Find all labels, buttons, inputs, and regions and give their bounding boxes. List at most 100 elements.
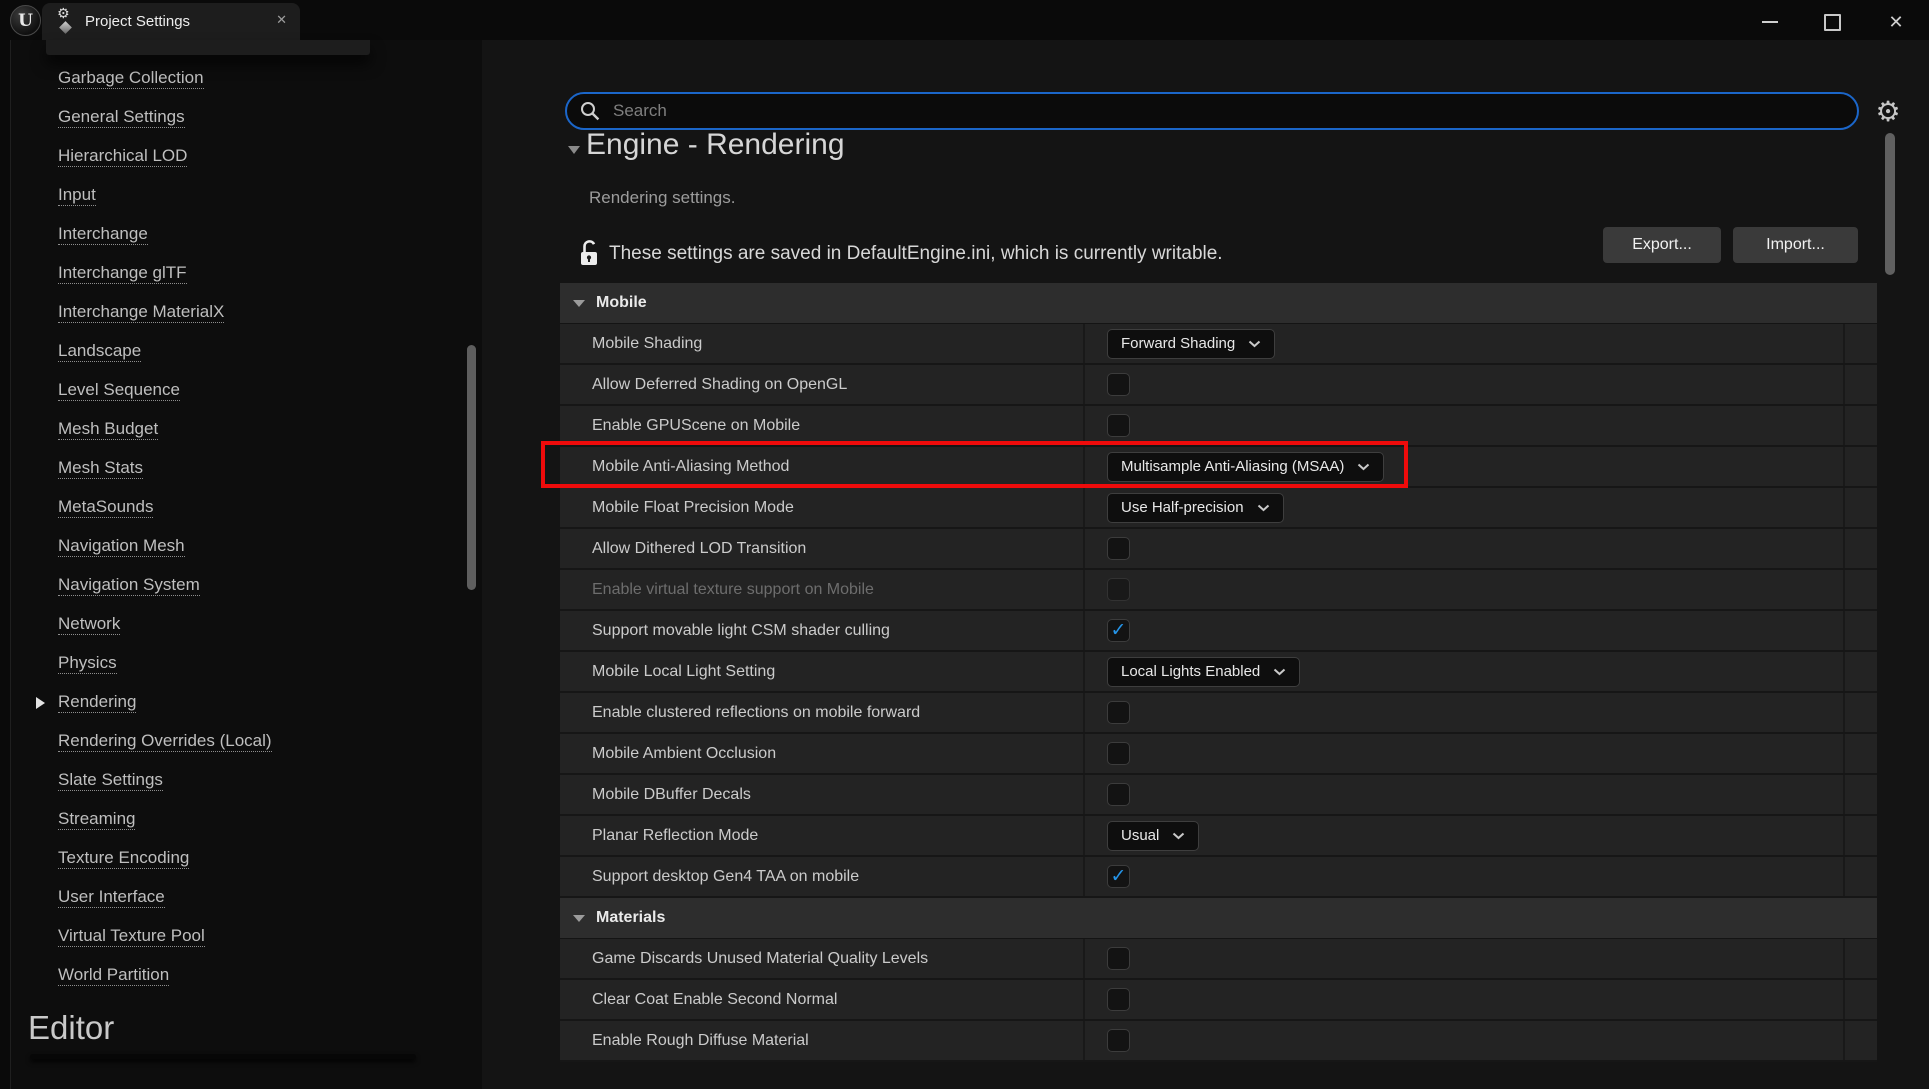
sidebar-item-hierarchical-lod[interactable]: Hierarchical LOD [58, 146, 188, 168]
dropdown-mobile-anti-aliasing-method[interactable]: Multisample Anti-Aliasing (MSAA) [1107, 451, 1385, 482]
sidebar-item-input[interactable]: Input [58, 185, 96, 207]
dropdown-value: Usual [1121, 827, 1160, 844]
dropdown-mobile-local-light-setting[interactable]: Local Lights Enabled [1107, 656, 1301, 687]
sidebar-item-rendering-overrides-local[interactable]: Rendering Overrides (Local) [58, 731, 272, 753]
checkbox-allow-deferred-shading-on-opengl[interactable] [1107, 373, 1130, 396]
export-button[interactable]: Export... [1603, 227, 1721, 263]
sidebar-item-mesh-stats[interactable]: Mesh Stats [58, 458, 144, 480]
sidebar-item-label: Rendering Overrides (Local) [58, 731, 272, 752]
setting-row-allow-deferred-shading-on-opengl: Allow Deferred Shading on OpenGL [560, 365, 1877, 406]
checkbox-enable-rough-diffuse-material[interactable] [1107, 1029, 1130, 1052]
dropdown-planar-reflection-mode[interactable]: Usual [1107, 820, 1200, 851]
sidebar-item-landscape[interactable]: Landscape [58, 341, 142, 363]
setting-label: Enable GPUScene on Mobile [592, 416, 801, 434]
settings-sidebar: Garbage Collection General Settings Hierar… [0, 40, 482, 1089]
sidebar-item-navigation-mesh[interactable]: Navigation Mesh [58, 536, 185, 558]
sidebar-item-label: Streaming [58, 809, 136, 830]
sidebar-item-label: Interchange glTF [58, 263, 187, 284]
dropdown-mobile-shading[interactable]: Forward Shading [1107, 328, 1276, 359]
sidebar-item-general-settings[interactable]: General Settings [58, 107, 185, 129]
project-settings-window: U ⚙ Project Settings ✕ ✕ Garbage Collect… [0, 0, 1929, 1089]
sidebar-item-world-partition[interactable]: World Partition [58, 965, 170, 987]
sidebar-item-texture-encoding[interactable]: Texture Encoding [58, 848, 190, 870]
checkbox-game-discards-unused-material-quality-levels[interactable] [1107, 947, 1130, 970]
sidebar-item-label: Interchange MaterialX [58, 302, 225, 323]
reset-column [1845, 980, 1877, 1019]
chevron-down-icon [1173, 832, 1185, 839]
sidebar-item-label: World Partition [58, 965, 170, 986]
sidebar-section-editor[interactable]: Editor [28, 1009, 114, 1047]
checkbox-allow-dithered-lod-transition[interactable] [1107, 537, 1130, 560]
setting-label: Mobile Local Light Setting [592, 662, 776, 680]
sidebar-item-interchange-gltf[interactable]: Interchange glTF [58, 263, 187, 285]
sidebar-item-label: Landscape [58, 341, 142, 362]
checkbox-mobile-dbuffer-decals[interactable] [1107, 783, 1130, 806]
reset-column [1845, 570, 1877, 609]
main-scrollbar[interactable] [1885, 133, 1895, 275]
tab-title: Project Settings [85, 13, 191, 30]
sidebar-section-divider [30, 1054, 416, 1059]
sidebar-item-network[interactable]: Network [58, 614, 121, 636]
sidebar-item-interchange-materialx[interactable]: Interchange MaterialX [58, 302, 225, 324]
tab-close-icon[interactable]: ✕ [276, 12, 287, 28]
collapse-arrow-icon [573, 299, 585, 307]
sidebar-item-navigation-system[interactable]: Navigation System [58, 575, 200, 597]
section-header-mobile[interactable]: Mobile [560, 283, 1877, 324]
checkbox-enable-clustered-reflections-on-mobile-forward[interactable] [1107, 701, 1130, 724]
chevron-down-icon [1257, 504, 1269, 511]
sidebar-item-label: Physics [58, 653, 117, 674]
setting-row-support-movable-light-csm-shader-culling: Support movable light CSM shader culling… [560, 611, 1877, 652]
dropdown-mobile-float-precision-mode[interactable]: Use Half-precision [1107, 492, 1284, 523]
sidebar-item-streaming[interactable]: Streaming [58, 809, 136, 831]
checkbox-enable-virtual-texture-support-on-mobile[interactable] [1107, 578, 1130, 601]
setting-label: Support movable light CSM shader culling [592, 621, 890, 639]
reset-column [1845, 693, 1877, 732]
setting-row-mobile-anti-aliasing-method: Mobile Anti-Aliasing Method Multisample A… [560, 447, 1877, 488]
setting-row-mobile-ambient-occlusion: Mobile Ambient Occlusion [560, 734, 1877, 775]
sidebar-item-physics[interactable]: Physics [58, 653, 117, 675]
search-input[interactable] [565, 92, 1859, 130]
tab-bridge [46, 40, 370, 55]
section-header-materials[interactable]: Materials [560, 898, 1877, 939]
reset-column [1845, 611, 1877, 650]
collapse-arrow-icon[interactable] [568, 146, 580, 154]
sidebar-item-mesh-budget[interactable]: Mesh Budget [58, 419, 159, 441]
setting-label: Mobile Ambient Occlusion [592, 744, 777, 762]
setting-row-game-discards-unused-material-quality-levels: Game Discards Unused Material Quality Le… [560, 939, 1877, 980]
tab-project-settings[interactable]: ⚙ Project Settings ✕ [42, 3, 300, 40]
settings-gear-icon[interactable]: ⚙ [1872, 95, 1904, 128]
dropdown-value: Use Half-precision [1121, 499, 1244, 516]
sidebar-item-garbage-collection[interactable]: Garbage Collection [58, 68, 204, 90]
minimize-button[interactable] [1755, 7, 1785, 37]
dropdown-value: Multisample Anti-Aliasing (MSAA) [1121, 458, 1345, 475]
setting-row-allow-dithered-lod-transition: Allow Dithered LOD Transition [560, 529, 1877, 570]
sidebar-item-virtual-texture-pool[interactable]: Virtual Texture Pool [58, 926, 205, 948]
sidebar-item-user-interface[interactable]: User Interface [58, 887, 165, 909]
sidebar-item-slate-settings[interactable]: Slate Settings [58, 770, 163, 792]
setting-label: Planar Reflection Mode [592, 826, 759, 844]
sidebar-item-label: Mesh Budget [58, 419, 159, 440]
sidebar-item-label: MetaSounds [58, 497, 154, 518]
sidebar-item-label: Rendering [58, 692, 137, 713]
sidebar-item-metasounds[interactable]: MetaSounds [58, 497, 154, 519]
checkbox-clear-coat-enable-second-normal[interactable] [1107, 988, 1130, 1011]
window-body: Garbage Collection General Settings Hierar… [0, 40, 1929, 1089]
checkbox-enable-gpuscene-on-mobile[interactable] [1107, 414, 1130, 437]
sidebar-item-label: User Interface [58, 887, 165, 908]
sidebar-scrollbar[interactable] [467, 345, 476, 590]
setting-row-mobile-float-precision-mode: Mobile Float Precision Mode Use Half-prec… [560, 488, 1877, 529]
maximize-button[interactable] [1817, 7, 1847, 37]
sidebar-item-label: Level Sequence [58, 380, 180, 401]
checkbox-mobile-ambient-occlusion[interactable] [1107, 742, 1130, 765]
reset-column [1845, 939, 1877, 978]
setting-row-enable-clustered-reflections-on-mobile-forward: Enable clustered reflections on mobile f… [560, 693, 1877, 734]
sidebar-item-interchange[interactable]: Interchange [58, 224, 148, 246]
checkbox-support-movable-light-csm-shader-culling[interactable]: ✓ [1107, 619, 1130, 642]
sidebar-item-rendering[interactable]: Rendering [36, 692, 137, 714]
reset-column [1845, 447, 1877, 486]
setting-label: Game Discards Unused Material Quality Le… [592, 949, 929, 967]
checkbox-support-desktop-gen4-taa-on-mobile[interactable]: ✓ [1107, 865, 1130, 888]
window-close-button[interactable]: ✕ [1881, 7, 1911, 37]
sidebar-item-level-sequence[interactable]: Level Sequence [58, 380, 180, 402]
import-button[interactable]: Import... [1733, 227, 1858, 263]
